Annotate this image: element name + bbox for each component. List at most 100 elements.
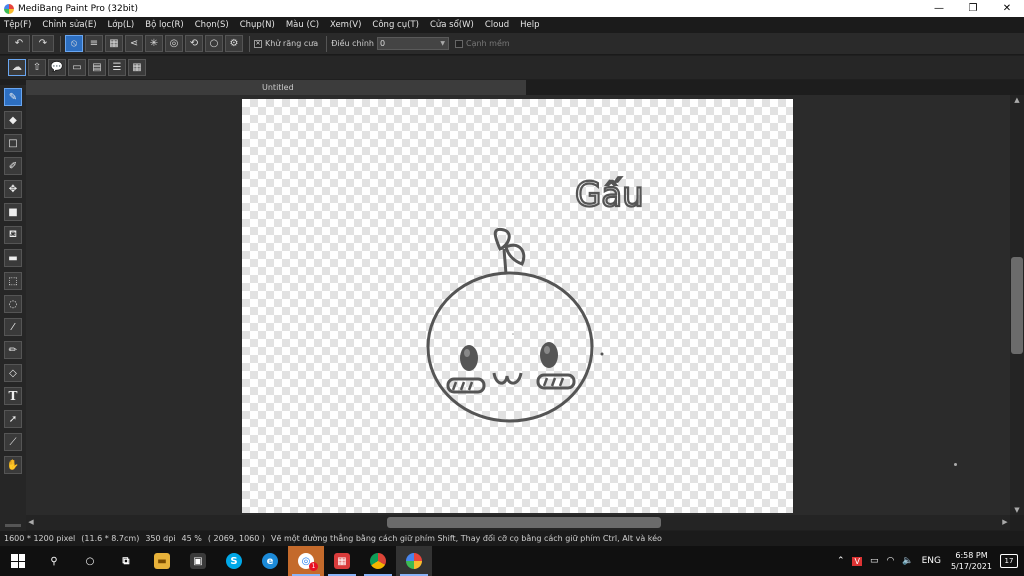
antialias-checkbox[interactable]: ✕ Khử răng cưa bbox=[254, 39, 318, 48]
select-tool[interactable]: ⬚ bbox=[4, 272, 22, 290]
vertical-scrollbar[interactable]: ▲ ▼ bbox=[1010, 95, 1024, 515]
menu-filter[interactable]: Bộ lọc(R) bbox=[145, 20, 184, 30]
comment-icon: ▭ bbox=[72, 62, 82, 73]
medibang-taskbar-button[interactable] bbox=[396, 546, 432, 576]
task-view-button[interactable]: ⧉ bbox=[108, 546, 144, 576]
snap-curve-button[interactable]: ⟲ bbox=[185, 35, 203, 52]
document-tab[interactable]: Untitled bbox=[26, 80, 526, 95]
battery-icon[interactable]: ▭ bbox=[870, 556, 879, 566]
lasso-tool[interactable]: ◌ bbox=[4, 295, 22, 313]
snap-grid-button[interactable]: ▦ bbox=[105, 35, 123, 52]
clock-time: 6:58 PM bbox=[955, 551, 988, 560]
object-tool[interactable]: □ bbox=[4, 134, 22, 152]
scroll-left-icon[interactable]: ◀ bbox=[26, 515, 36, 530]
checkbox-unchecked-icon bbox=[454, 39, 463, 48]
menu-help[interactable]: Help bbox=[520, 20, 539, 30]
edge-button[interactable]: e bbox=[252, 546, 288, 576]
material-button[interactable]: ▦ bbox=[128, 59, 146, 76]
snap-radial-button[interactable]: ✳ bbox=[145, 35, 163, 52]
smooth-edge-checkbox[interactable]: Cạnh mềm bbox=[454, 39, 510, 48]
menu-edit[interactable]: Chỉnh sửa(E) bbox=[42, 20, 96, 30]
scroll-right-icon[interactable]: ▶ bbox=[1000, 515, 1010, 530]
correction-select[interactable]: 0 ▼ bbox=[376, 37, 449, 50]
eraser-tool[interactable]: ◆ bbox=[4, 111, 22, 129]
page-button[interactable]: ▤ bbox=[88, 59, 106, 76]
undo-button[interactable]: ↶ bbox=[8, 35, 30, 52]
magic-wand-tool[interactable]: ⁄ bbox=[4, 318, 22, 336]
horizontal-scroll-thumb[interactable] bbox=[387, 517, 661, 528]
speech-bubble-button[interactable]: 💬 bbox=[48, 59, 66, 76]
bucket-tool[interactable]: ⛾ bbox=[4, 226, 22, 244]
search-button[interactable]: ⚲ bbox=[36, 546, 72, 576]
operation-tool[interactable]: ➚ bbox=[4, 410, 22, 428]
horizontal-scrollbar[interactable]: ◀ ▶ bbox=[26, 515, 1010, 530]
fill-rect-tool[interactable]: ■ bbox=[4, 203, 22, 221]
snap-off-button[interactable]: ⦸ bbox=[65, 35, 83, 52]
toolbox-grip[interactable] bbox=[5, 524, 21, 527]
hand-tool[interactable]: ✋ bbox=[4, 456, 22, 474]
vertical-scroll-thumb[interactable] bbox=[1011, 257, 1023, 354]
menu-cloud[interactable]: Cloud bbox=[485, 20, 509, 30]
snap-concentric-button[interactable]: ◎ bbox=[165, 35, 183, 52]
text-tool[interactable]: T bbox=[4, 387, 22, 405]
menu-window[interactable]: Cửa sổ(W) bbox=[430, 20, 474, 30]
menu-view[interactable]: Xem(V) bbox=[330, 20, 361, 30]
menu-select[interactable]: Chọn(S) bbox=[195, 20, 229, 30]
restore-button[interactable]: ❐ bbox=[956, 0, 990, 17]
mouth bbox=[492, 372, 523, 385]
share-button[interactable]: ⇧ bbox=[28, 59, 46, 76]
drawing-canvas[interactable]: Gấu bbox=[242, 99, 793, 513]
square-outline-icon: □ bbox=[8, 137, 18, 149]
wifi-icon[interactable]: ◠ bbox=[886, 556, 894, 566]
snap-ellipse-button[interactable]: ○ bbox=[205, 35, 223, 52]
brush-tool[interactable]: ✎ bbox=[4, 88, 22, 106]
curve-icon: ⟲ bbox=[189, 38, 199, 49]
eyedropper-tool[interactable]: ⟋ bbox=[4, 433, 22, 451]
comment-button[interactable]: ▭ bbox=[68, 59, 86, 76]
antivirus-icon[interactable]: V bbox=[852, 556, 862, 566]
language-indicator[interactable]: ENG bbox=[922, 556, 941, 566]
snap-settings-button[interactable]: ⚙ bbox=[225, 35, 243, 52]
snap-perspective-button[interactable]: ⋖ bbox=[125, 35, 143, 52]
store-button[interactable]: ▣ bbox=[180, 546, 216, 576]
menu-tools[interactable]: Công cụ(T) bbox=[372, 20, 419, 30]
messenger-button[interactable]: ◎ 1 bbox=[288, 546, 324, 576]
scroll-down-icon[interactable]: ▼ bbox=[1010, 505, 1024, 515]
brush-icon: ✎ bbox=[8, 91, 18, 103]
chevron-up-icon[interactable]: ⌃ bbox=[837, 556, 845, 566]
separator bbox=[326, 35, 328, 52]
cortana-button[interactable]: ○ bbox=[72, 546, 108, 576]
redo-button[interactable]: ↷ bbox=[32, 35, 54, 52]
skype-button[interactable]: S bbox=[216, 546, 252, 576]
notification-center-button[interactable]: 17 bbox=[1000, 554, 1018, 568]
menu-layer[interactable]: Lớp(L) bbox=[108, 20, 135, 30]
menu-file[interactable]: Tệp(F) bbox=[4, 20, 31, 30]
move-tool[interactable]: ✥ bbox=[4, 180, 22, 198]
dot-tool[interactable]: ✐ bbox=[4, 157, 22, 175]
volume-icon[interactable]: 🔈 bbox=[902, 556, 913, 566]
left-eye bbox=[460, 345, 478, 371]
radial-icon: ✳ bbox=[149, 38, 159, 49]
menu-color[interactable]: Màu (C) bbox=[286, 20, 319, 30]
chrome-button[interactable] bbox=[360, 546, 396, 576]
drawing-layer: Gấu bbox=[426, 174, 645, 423]
cloud-icon: ☁ bbox=[12, 62, 22, 73]
status-bar: 1600 * 1200 pixel (11.6 * 8.7cm) 350 dpi… bbox=[0, 531, 1024, 546]
start-button[interactable] bbox=[0, 546, 36, 576]
page-list-button[interactable]: ☰ bbox=[108, 59, 126, 76]
close-button[interactable]: ✕ bbox=[990, 0, 1024, 17]
parallel-lines-icon: ≡ bbox=[89, 38, 99, 49]
scroll-up-icon[interactable]: ▲ bbox=[1010, 95, 1024, 105]
clock[interactable]: 6:58 PM 5/17/2021 bbox=[951, 550, 992, 572]
select-eraser-tool[interactable]: ◇ bbox=[4, 364, 22, 382]
text-icon: T bbox=[8, 389, 18, 403]
snap-parallel-button[interactable]: ≡ bbox=[85, 35, 103, 52]
gradient-tool[interactable]: ▬ bbox=[4, 249, 22, 267]
undo-icon: ↶ bbox=[14, 38, 24, 49]
menu-snap[interactable]: Chụp(N) bbox=[240, 20, 275, 30]
minimize-button[interactable]: — bbox=[922, 0, 956, 17]
cloud-button[interactable]: ☁ bbox=[8, 59, 26, 76]
select-pen-tool[interactable]: ✏ bbox=[4, 341, 22, 359]
file-explorer-button[interactable]: ▬ bbox=[144, 546, 180, 576]
app-button[interactable]: ▦ bbox=[324, 546, 360, 576]
